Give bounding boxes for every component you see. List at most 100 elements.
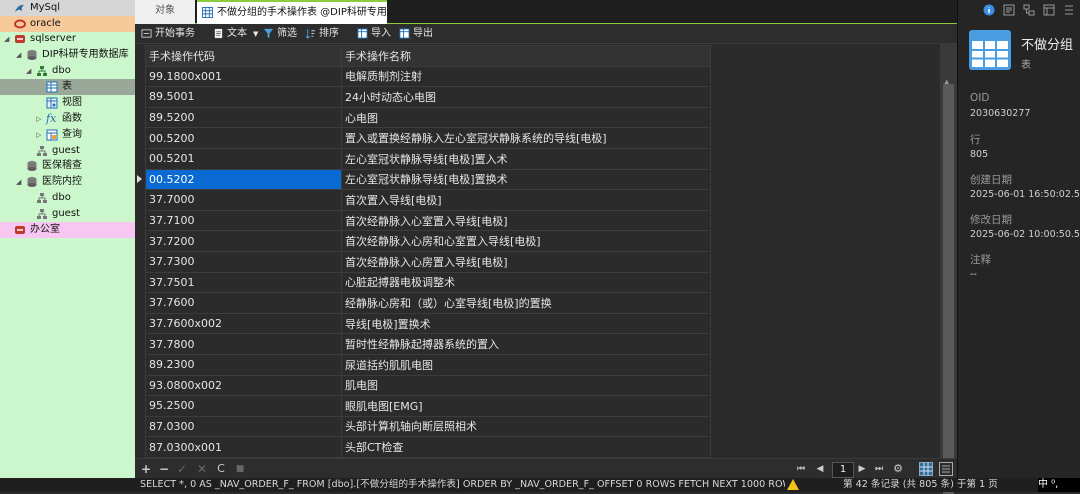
cell-name[interactable]: 肌电图 [341,374,711,397]
table-row[interactable]: 00.5202 左心室冠状静脉导线[电极]置换术 [145,168,711,191]
info-icon[interactable] [983,4,995,16]
table-row[interactable]: 37.7600x002 导线[电极]置换术 [145,312,711,335]
preview-icon[interactable] [1043,4,1055,16]
refresh-button[interactable]: C [214,461,228,477]
cell-name[interactable]: 暂时性经静脉起搏器系统的置入 [341,333,711,355]
tree-node-database-audit[interactable]: 医保稽查 [0,158,135,174]
tree-node-sqlserver[interactable]: ◢ sqlserver [0,31,135,47]
cell-name[interactable]: 首次经静脉入心室置入导线[电极] [341,209,711,232]
tree-node-database-dip[interactable]: ◢ DIP科研专用数据库 [0,47,135,63]
cell-code[interactable]: 37.7800 [145,333,342,355]
cell-name[interactable]: 置入或置换经静脉入左心室冠状静脉系统的导线[电极] [341,127,711,149]
table-row[interactable]: 00.5201 左心室冠状静脉导线[电极]置入术 [145,147,711,170]
settings-gear-icon[interactable]: ⚙ [891,461,905,477]
cell-code[interactable]: 37.7000 [145,189,342,211]
cell-code[interactable]: 99.1800x001 [145,65,342,88]
cell-code[interactable]: 87.0300x001 [145,436,342,458]
table-row[interactable]: 89.2300 尿道括约肌肌电图 [145,353,711,376]
ime-indicator[interactable]: 中 ⁰, [1038,478,1080,492]
table-row[interactable]: 00.5200 置入或置换经静脉入左心室冠状静脉系统的导线[电极] [145,127,711,149]
cell-name[interactable]: 尿道括约肌肌电图 [341,353,711,376]
table-row[interactable]: 37.7000 首次置入导线[电极] [145,189,711,211]
cell-name[interactable]: 左心室冠状静脉导线[电极]置入术 [341,147,711,170]
cell-code[interactable]: 37.7300 [145,250,342,273]
warning-icon[interactable] [787,479,799,490]
vertical-scrollbar[interactable]: ▲ [940,44,957,494]
last-page-button[interactable]: ⏭ [872,461,886,477]
apply-changes-button[interactable]: ✓ [175,461,189,477]
cell-code[interactable]: 89.2300 [145,353,342,376]
tab-objects[interactable]: 对象 [135,0,195,24]
cell-name[interactable]: 眼肌电图[EMG] [341,395,711,417]
tree-node-schema-guest-2[interactable]: guest [0,206,135,222]
table-row[interactable]: 99.1800x001 电解质制剂注射 [145,65,711,88]
cell-name[interactable]: 首次经静脉入心房和心室置入导线[电极] [341,230,711,252]
page-number-input[interactable]: 1 [832,462,854,478]
tree-node-schema-dbo[interactable]: ◢ dbo [0,63,135,79]
cell-code[interactable]: 37.7501 [145,271,342,294]
cell-name[interactable]: 首次经静脉入心房置入导线[电极] [341,250,711,273]
table-row[interactable]: 87.0300 头部计算机轴向断层照相术 [145,415,711,438]
cell-name[interactable]: 首次置入导线[电极] [341,189,711,211]
more-icon[interactable] [1063,4,1075,16]
expand-icon[interactable]: ◢ [4,31,9,47]
cell-name[interactable]: 头部计算机轴向断层照相术 [341,415,711,438]
table-row[interactable]: 37.7200 首次经静脉入心房和心室置入导线[电极] [145,230,711,252]
cell-name[interactable]: 左心室冠状静脉导线[电极]置换术 [341,168,711,191]
cell-name[interactable]: 24小时动态心电图 [341,86,711,108]
cell-name[interactable]: 导线[电极]置换术 [341,312,711,335]
cell-code[interactable]: 37.7600 [145,292,342,314]
cell-name[interactable]: 经静脉心房和（或）心室导线[电极]的置换 [341,292,711,314]
grid-view-icon[interactable] [919,462,933,476]
tree-node-office[interactable]: 办公室 [0,222,135,238]
tree-node-mysql[interactable]: MySql [0,0,135,16]
cell-name[interactable]: 头部CT检查 [341,436,711,458]
first-page-button[interactable]: ⏮ [794,461,808,477]
cell-code[interactable]: 00.5202 [145,168,342,191]
cell-code[interactable]: 95.2500 [145,395,342,417]
expand-icon[interactable]: ◢ [26,63,31,79]
cell-code[interactable]: 00.5201 [145,147,342,170]
stop-button[interactable]: ■ [233,461,247,477]
table-row[interactable]: 89.5200 心电图 [145,106,711,129]
expand-icon[interactable]: ▷ [36,111,41,127]
cell-code[interactable]: 00.5200 [145,127,342,149]
cell-code[interactable]: 87.0300 [145,415,342,438]
expand-icon[interactable]: ▷ [36,127,41,143]
expand-icon[interactable]: ◢ [16,174,21,190]
tree-node-schema-dbo-2[interactable]: dbo [0,190,135,206]
table-row[interactable]: 89.5001 24小时动态心电图 [145,86,711,108]
tree-node-oracle[interactable]: oracle [0,16,135,32]
tree-node-functions[interactable]: ▷ fx 函数 [0,111,135,127]
previous-page-button[interactable]: ◀ [813,461,827,477]
cell-code[interactable]: 89.5200 [145,106,342,129]
column-header-name[interactable]: 手术操作名称 [341,45,711,67]
discard-changes-button[interactable]: ✕ [195,461,209,477]
cell-name[interactable]: 心电图 [341,106,711,129]
connection-tree[interactable]: MySql oracle ◢ sqlserver ◢ DIP科研专用数据库 ◢ … [0,0,135,478]
cell-code[interactable]: 37.7200 [145,230,342,252]
table-row[interactable]: 37.7100 首次经静脉入心室置入导线[电极] [145,209,711,232]
cell-name[interactable]: 电解质制剂注射 [341,65,711,88]
table-row[interactable]: 37.7300 首次经静脉入心房置入导线[电极] [145,250,711,273]
table-row[interactable]: 93.0800x002 肌电图 [145,374,711,397]
tab-table-editor[interactable]: 不做分组的手术操作表 @DIP科研专用... [197,0,396,24]
table-row[interactable]: 37.7501 心脏起搏器电极调整术 [145,271,711,294]
ddl-icon[interactable] [1003,4,1015,16]
tree-node-tables[interactable]: 表 [0,79,135,95]
cell-code[interactable]: 89.5001 [145,86,342,108]
tree-node-queries[interactable]: ▷ 查询 [0,127,135,143]
cell-code[interactable]: 93.0800x002 [145,374,342,397]
cell-name[interactable]: 心脏起搏器电极调整术 [341,271,711,294]
next-page-button[interactable]: ▶ [855,461,869,477]
table-row[interactable]: 37.7800 暂时性经静脉起搏器系统的置入 [145,333,711,355]
table-row[interactable]: 37.7600 经静脉心房和（或）心室导线[电极]的置换 [145,292,711,314]
add-record-button[interactable]: + [139,461,153,477]
scrollbar-thumb[interactable] [943,84,954,494]
delete-record-button[interactable]: − [157,461,171,477]
column-header-code[interactable]: 手术操作代码 [145,45,342,67]
tree-node-database-control[interactable]: ◢ 医院内控 [0,174,135,190]
cell-code[interactable]: 37.7600x002 [145,312,342,335]
dependency-icon[interactable] [1023,4,1035,16]
table-row[interactable]: 87.0300x001 头部CT检查 [145,436,711,458]
